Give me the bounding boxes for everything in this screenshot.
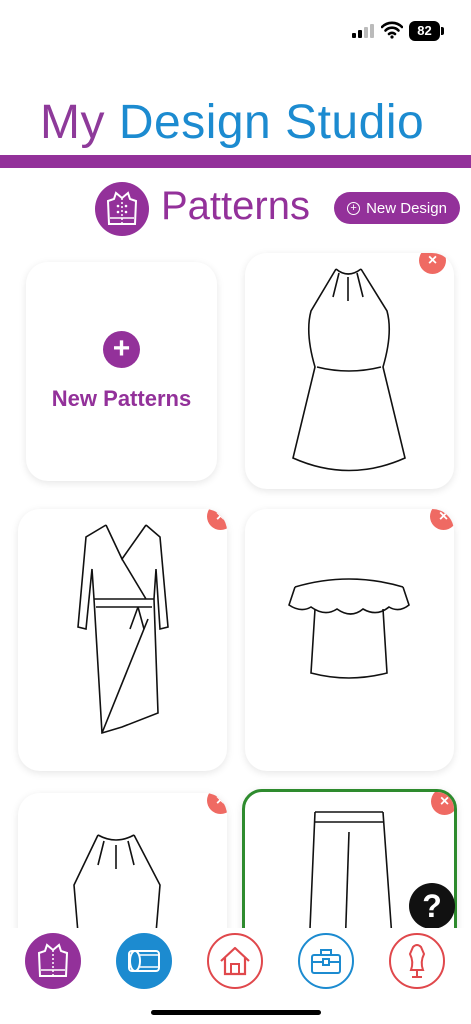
remove-button[interactable]: ×	[431, 792, 454, 815]
dress-form-icon	[95, 182, 149, 236]
new-pattern-label: New Patterns	[51, 386, 192, 411]
new-design-label: New Design	[366, 199, 447, 217]
mannequin-icon	[408, 944, 426, 978]
wifi-icon	[381, 21, 403, 39]
help-button[interactable]: ?	[409, 883, 455, 929]
nav-toolbox[interactable]	[298, 933, 354, 989]
pattern-card[interactable]: ×	[245, 509, 454, 771]
halter-dress-sketch	[292, 268, 406, 472]
battery-indicator: 82	[409, 21, 444, 41]
wrap-dress-sketch	[77, 524, 169, 735]
nav-fabrics[interactable]	[116, 933, 172, 989]
home-indicator	[151, 1010, 321, 1015]
new-design-button[interactable]: + New Design	[334, 192, 460, 224]
plus-icon: +	[103, 331, 140, 368]
new-pattern-card[interactable]: + New Patterns	[26, 262, 217, 481]
cellular-signal-icon	[352, 24, 374, 38]
status-bar: 82	[0, 0, 471, 60]
pattern-card[interactable]: ×	[245, 253, 454, 489]
nav-home[interactable]	[207, 933, 263, 989]
toolbox-icon	[311, 949, 341, 974]
off-shoulder-top-sketch	[288, 578, 410, 679]
pattern-card[interactable]: ×	[18, 509, 227, 771]
home-icon	[220, 946, 250, 976]
nav-patterns[interactable]	[25, 933, 81, 989]
plus-icon: +	[347, 201, 361, 215]
fabric-roll-icon	[128, 950, 160, 972]
nav-mannequin[interactable]	[389, 933, 445, 989]
title-divider	[0, 155, 471, 168]
section-title: Patterns	[161, 184, 310, 228]
dress-form-icon	[37, 943, 69, 977]
app-title: My Design Studio	[40, 96, 425, 149]
